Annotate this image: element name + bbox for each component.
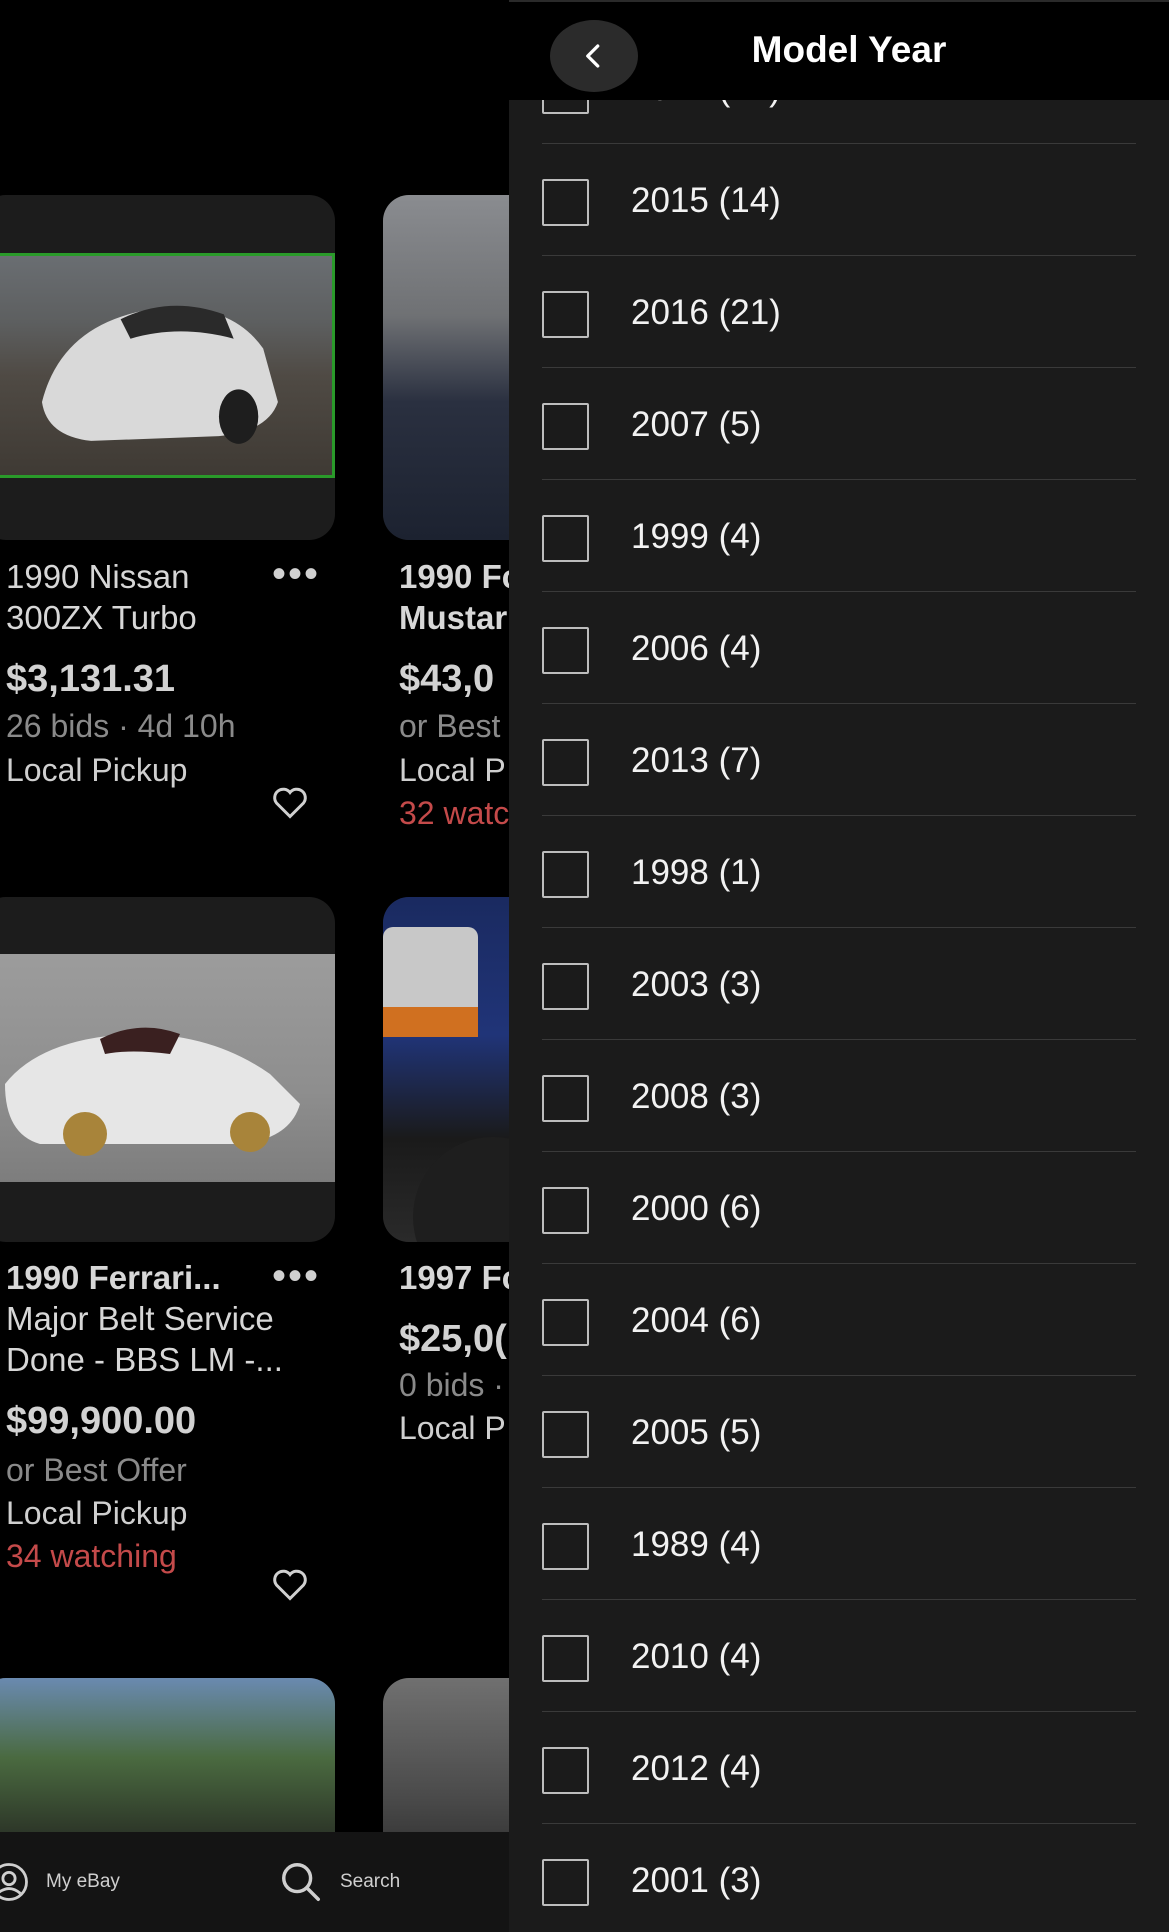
nav-search[interactable]: Search — [278, 1832, 400, 1932]
checkbox[interactable] — [542, 1411, 589, 1458]
listing-price: $25,0( — [399, 1318, 507, 1360]
listing-price: $3,131.31 — [6, 658, 176, 700]
listing-shipping: Local P — [399, 1410, 506, 1446]
listing-title[interactable]: 1990 Fc Mustar — [399, 556, 520, 638]
listing-title[interactable]: 1990 Nissan 300ZX Turbo — [6, 556, 197, 638]
watch-heart-icon[interactable] — [272, 1568, 308, 1607]
listing-offer: or Best Offer — [6, 1452, 187, 1488]
listing-price: $43,0 — [399, 658, 495, 700]
option-label: 2008 (3) — [631, 1077, 762, 1116]
model-year-option[interactable]: 2004 (6) — [542, 1264, 1136, 1376]
option-label: 1989 (4) — [631, 1525, 762, 1564]
checkbox[interactable] — [542, 403, 589, 450]
model-year-option[interactable]: 2001 (3) — [542, 1824, 1136, 1932]
model-year-option[interactable]: 2000 (6) — [542, 1152, 1136, 1264]
model-year-option[interactable]: 2012 (4) — [542, 1712, 1136, 1824]
option-label: 2015 (14) — [631, 181, 781, 220]
model-year-option[interactable]: 2007 (5) — [542, 368, 1136, 480]
checkbox[interactable] — [542, 851, 589, 898]
option-label: 2003 (3) — [631, 965, 762, 1004]
listing-watching: 32 watc — [399, 795, 510, 831]
listing-title-line: 1997 Fc — [399, 1259, 521, 1296]
model-year-option[interactable]: 2013 (7) — [542, 704, 1136, 816]
listing-subtitle: Major Belt Service Done - BBS LM -... — [6, 1298, 283, 1380]
checkbox[interactable] — [542, 1523, 589, 1570]
option-label: 2007 (5) — [631, 405, 762, 444]
checkbox[interactable] — [542, 291, 589, 338]
listing-title-line: Mustar — [399, 599, 508, 636]
checkbox[interactable] — [542, 1075, 589, 1122]
listing-bids: 0 bids · — [399, 1367, 504, 1403]
panel-header: Model Year — [509, 0, 1169, 100]
listing-title-line: 1990 Fc — [399, 558, 521, 595]
listing-title-line: Major Belt Service — [6, 1300, 274, 1337]
checkbox[interactable] — [542, 1859, 589, 1906]
model-year-option[interactable]: 2016 (21) — [542, 256, 1136, 368]
listing-shipping: Local Pickup — [6, 1495, 188, 1531]
panel-title: Model Year — [751, 29, 947, 70]
option-label: 2012 (4) — [631, 1749, 762, 1788]
listing-shipping: Local Pickup — [6, 752, 188, 788]
model-year-option[interactable]: 2006 (4) — [542, 592, 1136, 704]
watch-heart-icon[interactable] — [272, 786, 308, 825]
option-label: 2000 (6) — [631, 1189, 762, 1228]
checkbox[interactable] — [542, 1747, 589, 1794]
nav-my-ebay[interactable]: My eBay — [0, 1832, 120, 1932]
listing-shipping: Local P — [399, 752, 506, 788]
option-label: 2004 (6) — [631, 1301, 762, 1340]
listing-offer: or Best — [399, 708, 501, 744]
model-year-options: 2014 (17)2015 (14)2016 (21)2007 (5)1999 … — [509, 32, 1169, 1932]
model-year-option[interactable]: 1989 (4) — [542, 1488, 1136, 1600]
option-label: 1999 (4) — [631, 517, 762, 556]
listing-price: $99,900.00 — [6, 1400, 197, 1442]
checkbox[interactable] — [542, 739, 589, 786]
checkbox[interactable] — [542, 1635, 589, 1682]
model-year-option[interactable]: 2003 (3) — [542, 928, 1136, 1040]
option-label: 2006 (4) — [631, 629, 762, 668]
user-icon — [0, 1863, 28, 1901]
listing-title-line: 1990 Ferrari... — [6, 1259, 221, 1296]
listing-title[interactable]: 1990 Ferrari... — [6, 1257, 221, 1298]
model-year-option[interactable]: 2008 (3) — [542, 1040, 1136, 1152]
nav-label: My eBay — [46, 1871, 120, 1892]
option-label: 2001 (3) — [631, 1861, 762, 1900]
checkbox[interactable] — [542, 1187, 589, 1234]
listing-image-nissan[interactable] — [0, 195, 335, 540]
listing-title-line: 300ZX Turbo — [6, 599, 197, 636]
listing-title-line: 1990 Nissan — [6, 558, 190, 595]
option-label: 2016 (21) — [631, 293, 781, 332]
listing-image-ferrari[interactable] — [0, 897, 335, 1242]
nav-label: Search — [340, 1871, 401, 1892]
checkbox[interactable] — [542, 627, 589, 674]
option-label: 2005 (5) — [631, 1413, 762, 1452]
bottom-navigation: My eBay Search — [0, 1832, 520, 1932]
more-options-icon[interactable]: ••• — [272, 552, 320, 597]
checkbox[interactable] — [542, 179, 589, 226]
model-year-option[interactable]: 2015 (14) — [542, 144, 1136, 256]
model-year-option[interactable]: 2010 (4) — [542, 1600, 1136, 1712]
checkbox[interactable] — [542, 1299, 589, 1346]
checkbox[interactable] — [542, 963, 589, 1010]
search-icon — [282, 1863, 320, 1901]
model-year-filter-panel: Model Year 2014 (17)2015 (14)2016 (21)20… — [509, 0, 1169, 1932]
model-year-option[interactable]: 1998 (1) — [542, 816, 1136, 928]
listing-watching: 34 watching — [6, 1538, 177, 1574]
more-options-icon[interactable]: ••• — [272, 1254, 320, 1299]
listing-bids: 26 bids · 4d 10h — [6, 708, 236, 744]
option-label: 2010 (4) — [631, 1637, 762, 1676]
checkbox[interactable] — [542, 515, 589, 562]
listing-title-line: Done - BBS LM -... — [6, 1341, 283, 1378]
model-year-option[interactable]: 1999 (4) — [542, 480, 1136, 592]
listing-title[interactable]: 1997 Fc — [399, 1257, 520, 1298]
option-label: 1998 (1) — [631, 853, 762, 892]
model-year-option[interactable]: 2005 (5) — [542, 1376, 1136, 1488]
option-label: 2013 (7) — [631, 741, 762, 780]
